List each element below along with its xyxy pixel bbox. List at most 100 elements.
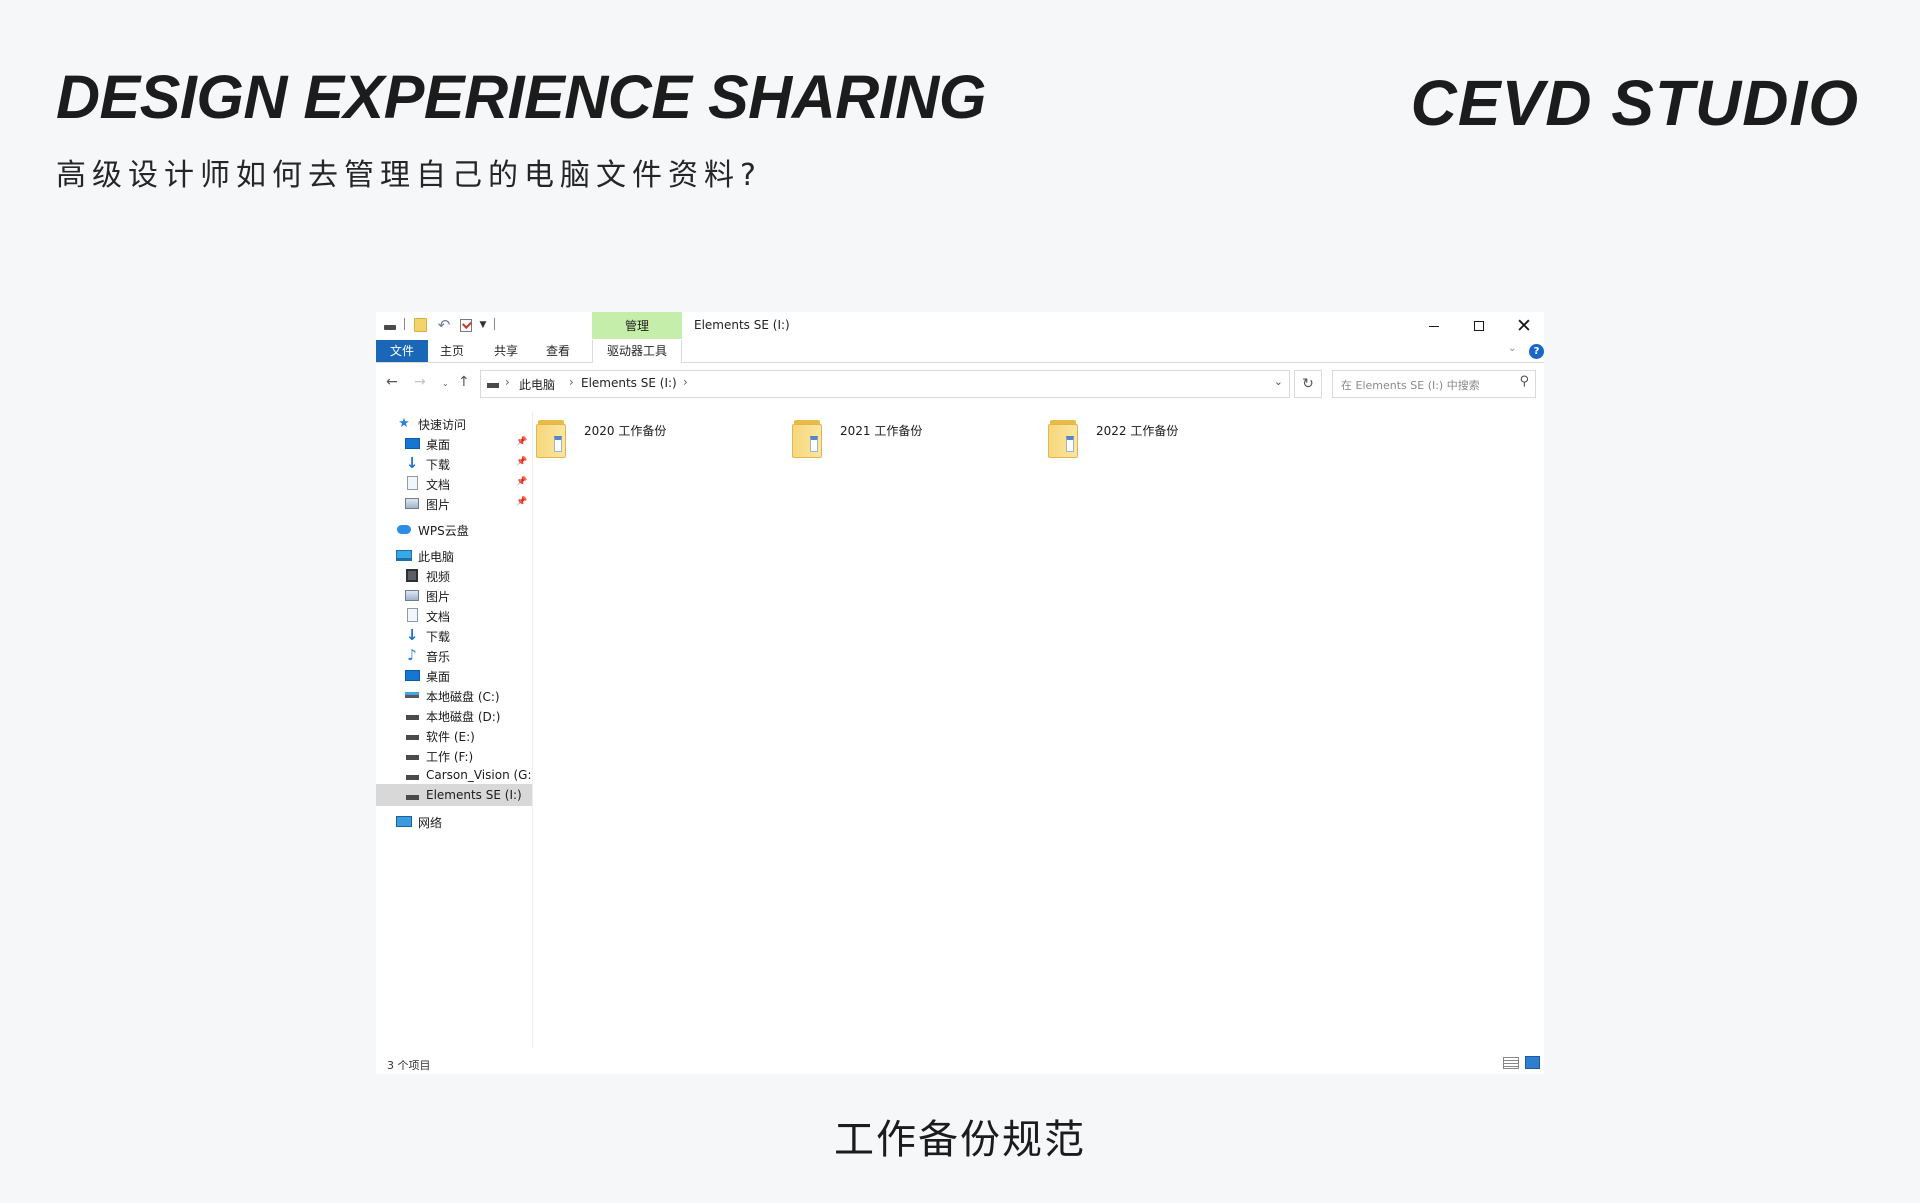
pictures-icon bbox=[404, 588, 420, 602]
undo-icon[interactable]: ↶ bbox=[436, 316, 452, 334]
tab-drive-tools[interactable]: 驱动器工具 bbox=[592, 340, 682, 363]
desktop-icon bbox=[404, 668, 420, 682]
sidebar-item-label: 本地磁盘 (C:) bbox=[426, 690, 500, 704]
breadcrumb-this-pc[interactable]: 此电脑 bbox=[519, 376, 555, 393]
sidebar-item-label: Elements SE (I:) bbox=[426, 788, 522, 802]
sidebar-item-label: 下载 bbox=[426, 630, 451, 644]
sidebar-item-label: 桌面 bbox=[426, 670, 451, 684]
recent-locations-icon[interactable]: ⌄ bbox=[442, 380, 449, 388]
sidebar-item-documents[interactable]: 文档 📌 bbox=[376, 472, 532, 494]
address-bar[interactable]: › 此电脑 › Elements SE (I:) › ⌄ bbox=[480, 370, 1290, 398]
breadcrumb-separator: › bbox=[569, 375, 574, 389]
sidebar-item-label: 音乐 bbox=[426, 650, 451, 664]
sidebar-item-this-pc[interactable]: 此电脑 bbox=[376, 544, 532, 566]
sidebar-item-network[interactable]: 网络 bbox=[376, 810, 532, 832]
search-box[interactable]: 在 Elements SE (I:) 中搜索 ⚲ bbox=[1332, 370, 1536, 398]
back-arrow-icon[interactable]: ← bbox=[386, 375, 398, 389]
sidebar-item-pc-downloads[interactable]: ↓ 下载 bbox=[376, 624, 532, 646]
window-title: Elements SE (I:) bbox=[694, 318, 790, 332]
tab-file[interactable]: 文件 bbox=[376, 340, 428, 362]
maximize-button[interactable] bbox=[1456, 312, 1502, 340]
drive-icon bbox=[404, 768, 420, 782]
pin-icon[interactable]: 📌 bbox=[516, 437, 527, 447]
sidebar-item-videos[interactable]: 视频 bbox=[376, 564, 532, 586]
drive-icon bbox=[487, 383, 499, 388]
title-bar: ↶ ▼ 管理 Elements SE (I:) ✕ bbox=[376, 312, 1544, 340]
maximize-icon bbox=[1474, 321, 1484, 331]
manage-tab-group[interactable]: 管理 bbox=[592, 312, 682, 339]
tab-home[interactable]: 主页 bbox=[432, 340, 472, 362]
folder-icon bbox=[536, 418, 566, 458]
expand-ribbon-icon[interactable]: ⌄ bbox=[1508, 343, 1516, 354]
pin-icon[interactable]: 📌 bbox=[516, 497, 527, 507]
sidebar-item-music[interactable]: ♪ 音乐 bbox=[376, 644, 532, 666]
sidebar-item-downloads[interactable]: ↓ 下载 📌 bbox=[376, 452, 532, 474]
close-icon: ✕ bbox=[1516, 314, 1532, 337]
help-icon[interactable]: ? bbox=[1529, 344, 1544, 359]
sidebar-item-label: 视频 bbox=[426, 570, 451, 584]
navigation-pane: ★ 快速访问 桌面 📌 ↓ 下载 📌 文档 📌 图片 📌 WPS云盘 此电脑 视… bbox=[376, 412, 532, 1052]
sidebar-item-quick-access[interactable]: ★ 快速访问 bbox=[376, 412, 532, 434]
sidebar-item-pictures[interactable]: 图片 📌 bbox=[376, 492, 532, 514]
item-count: 3 个项目 bbox=[387, 1059, 431, 1072]
folder-item[interactable]: 2020 工作备份 bbox=[536, 418, 766, 468]
computer-icon bbox=[396, 548, 412, 562]
sidebar-item-label: Carson_Vision (G:) bbox=[426, 768, 532, 782]
network-icon bbox=[396, 814, 412, 828]
tab-view[interactable]: 查看 bbox=[538, 340, 578, 362]
search-icon[interactable]: ⚲ bbox=[1519, 374, 1529, 389]
minimize-button[interactable] bbox=[1411, 312, 1457, 340]
pin-icon[interactable]: 📌 bbox=[516, 477, 527, 487]
refresh-button[interactable]: ↻ bbox=[1294, 370, 1322, 398]
folder-icon bbox=[792, 418, 822, 458]
status-bar: 3 个项目 bbox=[376, 1052, 1544, 1074]
new-folder-icon[interactable] bbox=[412, 317, 428, 333]
drive-icon bbox=[404, 708, 420, 722]
sidebar-item-drive-d[interactable]: 本地磁盘 (D:) bbox=[376, 704, 532, 726]
drive-icon[interactable] bbox=[382, 317, 398, 333]
system-drive-icon bbox=[404, 688, 420, 702]
page-heading: DESIGN EXPERIENCE SHARING bbox=[56, 63, 986, 131]
sidebar-item-drive-c[interactable]: 本地磁盘 (C:) bbox=[376, 684, 532, 706]
customize-quick-access-icon[interactable]: ▼ bbox=[478, 317, 488, 333]
sidebar-item-label: 软件 (E:) bbox=[426, 730, 475, 744]
sidebar-item-label: 本地磁盘 (D:) bbox=[426, 710, 501, 724]
close-button[interactable]: ✕ bbox=[1501, 312, 1544, 340]
file-list: 2020 工作备份 2021 工作备份 2022 工作备份 bbox=[536, 412, 1536, 1052]
drive-icon bbox=[404, 748, 420, 762]
sidebar-item-drive-g[interactable]: Carson_Vision (G:) bbox=[376, 764, 532, 786]
sidebar-item-wps-cloud[interactable]: WPS云盘 bbox=[376, 518, 532, 540]
folder-item[interactable]: 2021 工作备份 bbox=[792, 418, 1022, 468]
slide-caption: 工作备份规范 bbox=[834, 1117, 1086, 1163]
sidebar-item-pc-pictures[interactable]: 图片 bbox=[376, 584, 532, 606]
tab-share[interactable]: 共享 bbox=[486, 340, 526, 362]
sidebar-item-label: 桌面 bbox=[426, 438, 451, 452]
sidebar-item-pc-documents[interactable]: 文档 bbox=[376, 604, 532, 626]
toolbar-separator bbox=[404, 318, 405, 330]
breadcrumb-separator: › bbox=[683, 375, 688, 389]
details-view-icon[interactable] bbox=[1503, 1057, 1519, 1069]
sidebar-item-drive-f[interactable]: 工作 (F:) bbox=[376, 744, 532, 766]
sidebar-item-label: WPS云盘 bbox=[418, 524, 469, 538]
sidebar-item-desktop[interactable]: 桌面 📌 bbox=[376, 432, 532, 454]
large-icons-view-icon[interactable] bbox=[1525, 1056, 1540, 1069]
sidebar-item-label: 工作 (F:) bbox=[426, 750, 474, 764]
breadcrumb-drive[interactable]: Elements SE (I:) bbox=[581, 376, 677, 390]
star-icon: ★ bbox=[398, 415, 410, 431]
properties-icon[interactable] bbox=[458, 317, 474, 333]
sidebar-item-label: 此电脑 bbox=[418, 550, 455, 564]
breadcrumb-separator: › bbox=[505, 375, 510, 389]
forward-arrow-icon[interactable]: → bbox=[414, 375, 426, 389]
pane-divider[interactable] bbox=[532, 412, 533, 1048]
folder-item[interactable]: 2022 工作备份 bbox=[1048, 418, 1278, 468]
explorer-window: ↶ ▼ 管理 Elements SE (I:) ✕ 文件 主页 共享 查看 驱动… bbox=[376, 312, 1544, 1074]
sidebar-item-drive-i[interactable]: Elements SE (I:) bbox=[376, 784, 532, 806]
up-arrow-icon[interactable]: ↑ bbox=[458, 375, 470, 389]
folder-name: 2022 工作备份 bbox=[1096, 424, 1179, 438]
sidebar-item-drive-e[interactable]: 软件 (E:) bbox=[376, 724, 532, 746]
pin-icon[interactable]: 📌 bbox=[516, 457, 527, 467]
address-dropdown-icon[interactable]: ⌄ bbox=[1274, 375, 1283, 388]
document-icon bbox=[404, 476, 420, 490]
folder-name: 2021 工作备份 bbox=[840, 424, 923, 438]
sidebar-item-pc-desktop[interactable]: 桌面 bbox=[376, 664, 532, 686]
